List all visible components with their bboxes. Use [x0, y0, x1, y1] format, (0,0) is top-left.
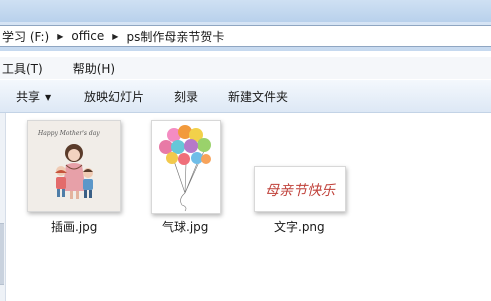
- window-title-bar: [0, 0, 491, 22]
- share-button[interactable]: 共享 ▼: [16, 88, 51, 105]
- chevron-down-icon: ▼: [45, 93, 52, 102]
- navigation-pane-edge: [0, 113, 6, 301]
- breadcrumb-current-folder[interactable]: ps制作母亲节贺卡: [123, 28, 227, 45]
- burn-button[interactable]: 刻录: [174, 88, 198, 105]
- chevron-right-icon[interactable]: ▶: [52, 32, 68, 41]
- text-image-icon: 母亲节快乐: [255, 167, 345, 211]
- balloons-illustration-icon: [152, 121, 220, 213]
- breadcrumb[interactable]: 学习 (F:) ▶ office ▶ ps制作母亲节贺卡: [0, 25, 491, 47]
- file-name: 文字.png: [274, 220, 325, 234]
- address-bar: 学习 (F:) ▶ office ▶ ps制作母亲节贺卡: [0, 22, 491, 51]
- breadcrumb-drive[interactable]: 学习 (F:): [0, 28, 52, 45]
- file-thumbnail: 母亲节快乐: [254, 166, 346, 212]
- menu-tools[interactable]: 工具(T): [0, 60, 51, 77]
- thumbnail-greeting-text: Happy Mother's day: [37, 130, 100, 137]
- breadcrumb-office[interactable]: office: [68, 29, 107, 43]
- scrollbar-thumb[interactable]: [0, 223, 4, 285]
- file-thumbnail: Happy Mother's day: [27, 120, 121, 212]
- file-thumbnail: [151, 120, 221, 214]
- menu-help[interactable]: 帮助(H): [71, 60, 123, 77]
- new-folder-button[interactable]: 新建文件夹: [228, 88, 288, 105]
- file-name: 气球.jpg: [162, 220, 209, 234]
- file-name: 插画.jpg: [51, 220, 98, 234]
- mother-children-illustration-icon: Happy Mother's day: [28, 121, 120, 211]
- file-item[interactable]: 气球.jpg: [140, 118, 230, 238]
- command-toolbar: 共享 ▼ 放映幻灯片 刻录 新建文件夹: [0, 80, 491, 113]
- chevron-right-icon[interactable]: ▶: [107, 32, 123, 41]
- file-item[interactable]: Happy Mother's day 插画.jpg: [20, 118, 130, 238]
- file-item[interactable]: 母亲节快乐 文字.png: [248, 118, 358, 238]
- thumbnail-text: 母亲节快乐: [265, 183, 336, 199]
- slideshow-button[interactable]: 放映幻灯片: [84, 88, 144, 105]
- share-label: 共享: [16, 90, 41, 104]
- menu-bar: 工具(T) 帮助(H): [0, 57, 491, 79]
